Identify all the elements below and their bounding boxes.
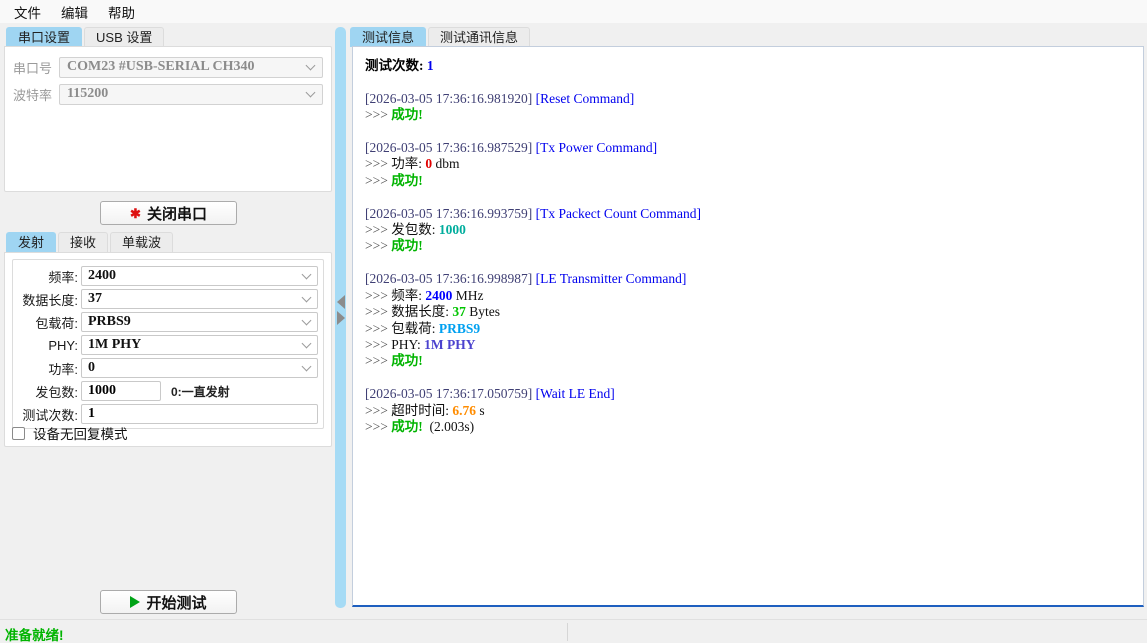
transmit-form: 频率: 2400 数据长度: 37 包载荷: PRBS9 PHY: 1M PHY	[12, 259, 324, 429]
no-reply-mode-row: 设备无回复模式	[12, 423, 128, 443]
chevron-down-icon	[302, 338, 312, 348]
tab-transmit[interactable]: 发射	[6, 232, 56, 252]
serial-settings-panel: 串口号 COM23 #USB-SERIAL CH340 波特率 115200	[4, 46, 332, 192]
log-line: [2026-03-05 17:36:16.987529] [Tx Power C…	[365, 140, 1131, 156]
chevron-down-icon	[306, 87, 316, 97]
log-line: >>> 成功!	[365, 173, 1131, 189]
collapse-left-icon	[337, 295, 345, 309]
chevron-down-icon	[306, 60, 316, 70]
log-output[interactable]: 测试次数: 1 [2026-03-05 17:36:16.981920] [Re…	[352, 46, 1144, 607]
data-length-label: 数据长度:	[15, 290, 81, 309]
start-test-button[interactable]: 开始测试	[100, 590, 237, 614]
menu-edit[interactable]: 编辑	[51, 0, 98, 24]
log-line: >>> 成功!	[365, 353, 1131, 369]
baud-rate-select[interactable]: 115200	[59, 84, 323, 105]
collapse-right-icon	[337, 311, 345, 325]
payload-select[interactable]: PRBS9	[81, 312, 318, 332]
tab-test-info[interactable]: 测试信息	[350, 27, 426, 47]
tab-single-carrier[interactable]: 单载波	[110, 232, 173, 252]
log-line	[365, 74, 1131, 90]
chevron-down-icon	[302, 315, 312, 325]
phy-label: PHY:	[15, 338, 81, 353]
log-line: [2026-03-05 17:36:16.998987] [LE Transmi…	[365, 271, 1131, 287]
power-select[interactable]: 0	[81, 358, 318, 378]
frequency-label: 频率:	[15, 267, 81, 286]
close-serial-port-button[interactable]: ✱ 关闭串口	[100, 201, 237, 225]
settings-tabstrip: 串口设置 USB 设置	[6, 27, 166, 47]
log-line: >>> 成功!	[365, 238, 1131, 254]
panel-splitter[interactable]	[335, 27, 346, 608]
log-line: >>> 功率: 0 dbm	[365, 156, 1131, 172]
red-star-icon: ✱	[130, 207, 141, 220]
tab-serial-settings[interactable]: 串口设置	[6, 27, 82, 47]
green-play-icon	[130, 596, 140, 608]
test-count-label: 测试次数:	[15, 405, 81, 424]
packet-count-input[interactable]	[81, 381, 161, 401]
log-line	[365, 124, 1131, 140]
transmit-panel: 频率: 2400 数据长度: 37 包载荷: PRBS9 PHY: 1M PHY	[4, 252, 332, 447]
tab-receive[interactable]: 接收	[58, 232, 108, 252]
menu-bar: 文件 编辑 帮助	[0, 0, 1147, 23]
log-tabstrip: 测试信息 测试通讯信息	[350, 27, 532, 47]
tab-usb-settings[interactable]: USB 设置	[84, 27, 164, 47]
log-line: >>> 成功! (2.003s)	[365, 419, 1131, 435]
log-line: >>> 发包数: 1000	[365, 222, 1131, 238]
menu-help[interactable]: 帮助	[98, 0, 145, 24]
log-line: [2026-03-05 17:36:17.050759] [Wait LE En…	[365, 386, 1131, 402]
log-line: >>> 数据长度: 37 Bytes	[365, 304, 1131, 320]
status-text: 准备就绪!	[5, 624, 64, 643]
no-reply-mode-checkbox[interactable]	[12, 427, 25, 440]
menu-file[interactable]: 文件	[4, 0, 51, 24]
log-line: [2026-03-05 17:36:16.993759] [Tx Packect…	[365, 206, 1131, 222]
frequency-select[interactable]: 2400	[81, 266, 318, 286]
log-line: 测试次数: 1	[365, 58, 1131, 74]
no-reply-mode-label: 设备无回复模式	[33, 423, 128, 443]
splitter-arrows[interactable]	[337, 295, 345, 325]
chevron-down-icon	[302, 269, 312, 279]
log-line: >>> PHY: 1M PHY	[365, 337, 1131, 353]
serial-port-label: 串口号	[13, 58, 59, 77]
log-line	[365, 370, 1131, 386]
power-label: 功率:	[15, 359, 81, 378]
chevron-down-icon	[302, 292, 312, 302]
packet-count-hint: 0:一直发射	[171, 383, 230, 400]
log-line: >>> 包载荷: PRBS9	[365, 321, 1131, 337]
log-line	[365, 255, 1131, 271]
log-line: >>> 频率: 2400 MHz	[365, 288, 1131, 304]
data-length-select[interactable]: 37	[81, 289, 318, 309]
log-line	[365, 189, 1131, 205]
tab-test-comm-info[interactable]: 测试通讯信息	[428, 27, 530, 47]
serial-port-select[interactable]: COM23 #USB-SERIAL CH340	[59, 57, 323, 78]
test-count-input[interactable]	[81, 404, 318, 424]
baud-rate-label: 波特率	[13, 85, 59, 104]
log-line: >>> 成功!	[365, 107, 1131, 123]
packet-count-label: 发包数:	[15, 382, 81, 401]
log-line: [2026-03-05 17:36:16.981920] [Reset Comm…	[365, 91, 1131, 107]
phy-select[interactable]: 1M PHY	[81, 335, 318, 355]
status-bar-separator	[567, 623, 568, 641]
payload-label: 包载荷:	[15, 313, 81, 332]
log-line: >>> 超时时间: 6.76 s	[365, 403, 1131, 419]
mode-tabstrip: 发射 接收 单载波	[6, 232, 175, 252]
chevron-down-icon	[302, 361, 312, 371]
status-bar: 准备就绪!	[0, 619, 1147, 643]
